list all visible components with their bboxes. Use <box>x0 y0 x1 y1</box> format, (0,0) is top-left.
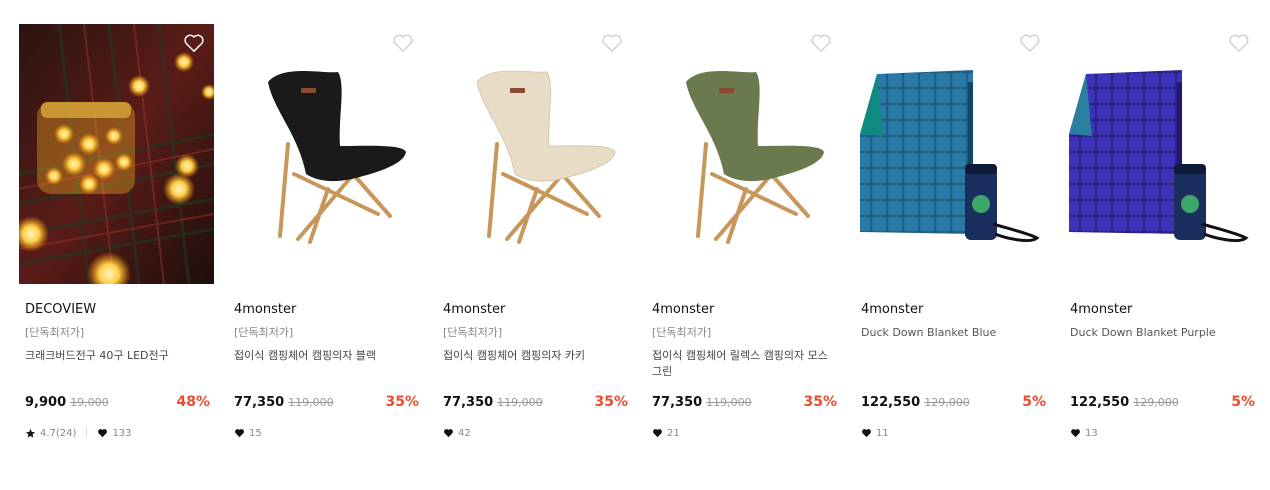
product-card[interactable]: 4monster Duck Down Blanket Blue 122,550 … <box>855 24 1050 440</box>
like-count: 11 <box>876 427 889 439</box>
beige-chair-image <box>476 70 616 244</box>
product-image[interactable] <box>437 24 632 284</box>
heart-outline-icon[interactable] <box>810 33 832 53</box>
sale-price: 122,550 <box>861 395 921 410</box>
green-chair-image <box>686 71 824 244</box>
product-name[interactable]: Duck Down Blanket Purple <box>1070 326 1255 340</box>
name-spacer <box>861 348 1046 380</box>
sale-price: 9,900 <box>25 395 67 410</box>
divider <box>86 428 88 438</box>
sale-price: 77,350 <box>234 395 285 410</box>
heart-icon <box>1071 429 1080 438</box>
brand-name[interactable]: 4monster <box>443 302 628 318</box>
product-name[interactable]: 접이식 캠핑체어 캠핑의자 카키 <box>443 348 628 380</box>
like-count: 133 <box>112 427 132 439</box>
discount-rate: 35% <box>594 394 628 410</box>
brand-name[interactable]: 4monster <box>1070 302 1255 318</box>
heart-icon <box>653 429 662 438</box>
product-card[interactable]: 4monster [단독최저가] 접이식 캠핑체어 캠핑의자 블랙 77,350… <box>228 24 423 440</box>
product-meta: 11 <box>861 426 1046 440</box>
product-name[interactable]: 크래크버드전구 40구 LED전구 <box>25 348 210 380</box>
product-meta: 21 <box>652 426 837 440</box>
rating: 4.7(24) <box>40 427 77 439</box>
product-image[interactable] <box>855 24 1050 284</box>
original-price: 19,000 <box>70 396 109 409</box>
product-meta: 13 <box>1070 426 1255 440</box>
brand-name[interactable]: 4monster <box>652 302 837 318</box>
price-bar: 77,350 119,000 35% <box>443 394 628 412</box>
product-image[interactable] <box>1064 24 1259 284</box>
price-bar: 9,900 19,000 48% <box>25 394 210 412</box>
heart-outline-icon[interactable] <box>392 33 414 53</box>
heart-outline-icon[interactable] <box>1228 33 1250 53</box>
sale-price: 77,350 <box>443 395 494 410</box>
led-jar-image <box>19 24 214 284</box>
original-price: 129,000 <box>924 396 970 409</box>
sale-price: 122,550 <box>1070 395 1130 410</box>
star-icon <box>25 428 36 438</box>
promo-tag: [단독최저가] <box>234 326 294 339</box>
discount-rate: 35% <box>803 394 837 410</box>
heart-outline-icon[interactable] <box>1019 33 1041 53</box>
promo-tag: [단독최저가] <box>652 326 712 339</box>
product-grid: DECOVIEW [단독최저가] 크래크버드전구 40구 LED전구 9,900… <box>19 24 1259 440</box>
original-price: 119,000 <box>497 396 543 409</box>
brand-name[interactable]: 4monster <box>861 302 1046 318</box>
brand-name[interactable]: DECOVIEW <box>25 302 210 318</box>
product-card[interactable]: 4monster [단독최저가] 접이식 캠핑체어 릴렉스 캠핑의자 모스그린 … <box>646 24 841 440</box>
product-image[interactable] <box>646 24 841 284</box>
product-image[interactable] <box>19 24 214 284</box>
discount-rate: 5% <box>1022 394 1046 410</box>
purple-blanket-image <box>1069 70 1249 242</box>
promo-tag: [단독최저가] <box>443 326 503 339</box>
product-name[interactable]: 접이식 캠핑체어 릴렉스 캠핑의자 모스그린 <box>652 348 837 380</box>
heart-icon <box>444 429 453 438</box>
price-bar: 77,350 119,000 35% <box>652 394 837 412</box>
heart-icon <box>235 429 244 438</box>
product-name[interactable]: Duck Down Blanket Blue <box>861 326 1046 340</box>
product-meta: 15 <box>234 426 419 440</box>
like-count: 42 <box>458 427 471 439</box>
heart-outline-icon[interactable] <box>183 33 205 53</box>
brand-name[interactable]: 4monster <box>234 302 419 318</box>
heart-icon <box>98 429 108 438</box>
heart-icon <box>862 429 871 438</box>
price-bar: 122,550 129,000 5% <box>1070 394 1255 412</box>
product-card[interactable]: 4monster Duck Down Blanket Purple 122,55… <box>1064 24 1259 440</box>
original-price: 119,000 <box>288 396 334 409</box>
like-count: 21 <box>667 427 680 439</box>
product-card[interactable]: 4monster [단독최저가] 접이식 캠핑체어 캠핑의자 카키 77,350… <box>437 24 632 440</box>
price-bar: 122,550 129,000 5% <box>861 394 1046 412</box>
original-price: 119,000 <box>706 396 752 409</box>
promo-tag: [단독최저가] <box>25 326 85 339</box>
discount-rate: 5% <box>1231 394 1255 410</box>
like-count: 15 <box>249 427 262 439</box>
like-count: 13 <box>1085 427 1098 439</box>
blue-blanket-image <box>860 70 1040 242</box>
discount-rate: 35% <box>385 394 419 410</box>
price-bar: 77,350 119,000 35% <box>234 394 419 412</box>
product-meta: 42 <box>443 426 628 440</box>
product-card[interactable]: DECOVIEW [단독최저가] 크래크버드전구 40구 LED전구 9,900… <box>19 24 214 440</box>
black-chair-image <box>268 71 406 244</box>
discount-rate: 48% <box>176 394 210 410</box>
product-image[interactable] <box>228 24 423 284</box>
product-meta: 4.7(24) 133 <box>25 426 210 440</box>
product-name[interactable]: 접이식 캠핑체어 캠핑의자 블랙 <box>234 348 419 380</box>
original-price: 129,000 <box>1133 396 1179 409</box>
name-spacer <box>1070 348 1255 380</box>
sale-price: 77,350 <box>652 395 703 410</box>
heart-outline-icon[interactable] <box>601 33 623 53</box>
